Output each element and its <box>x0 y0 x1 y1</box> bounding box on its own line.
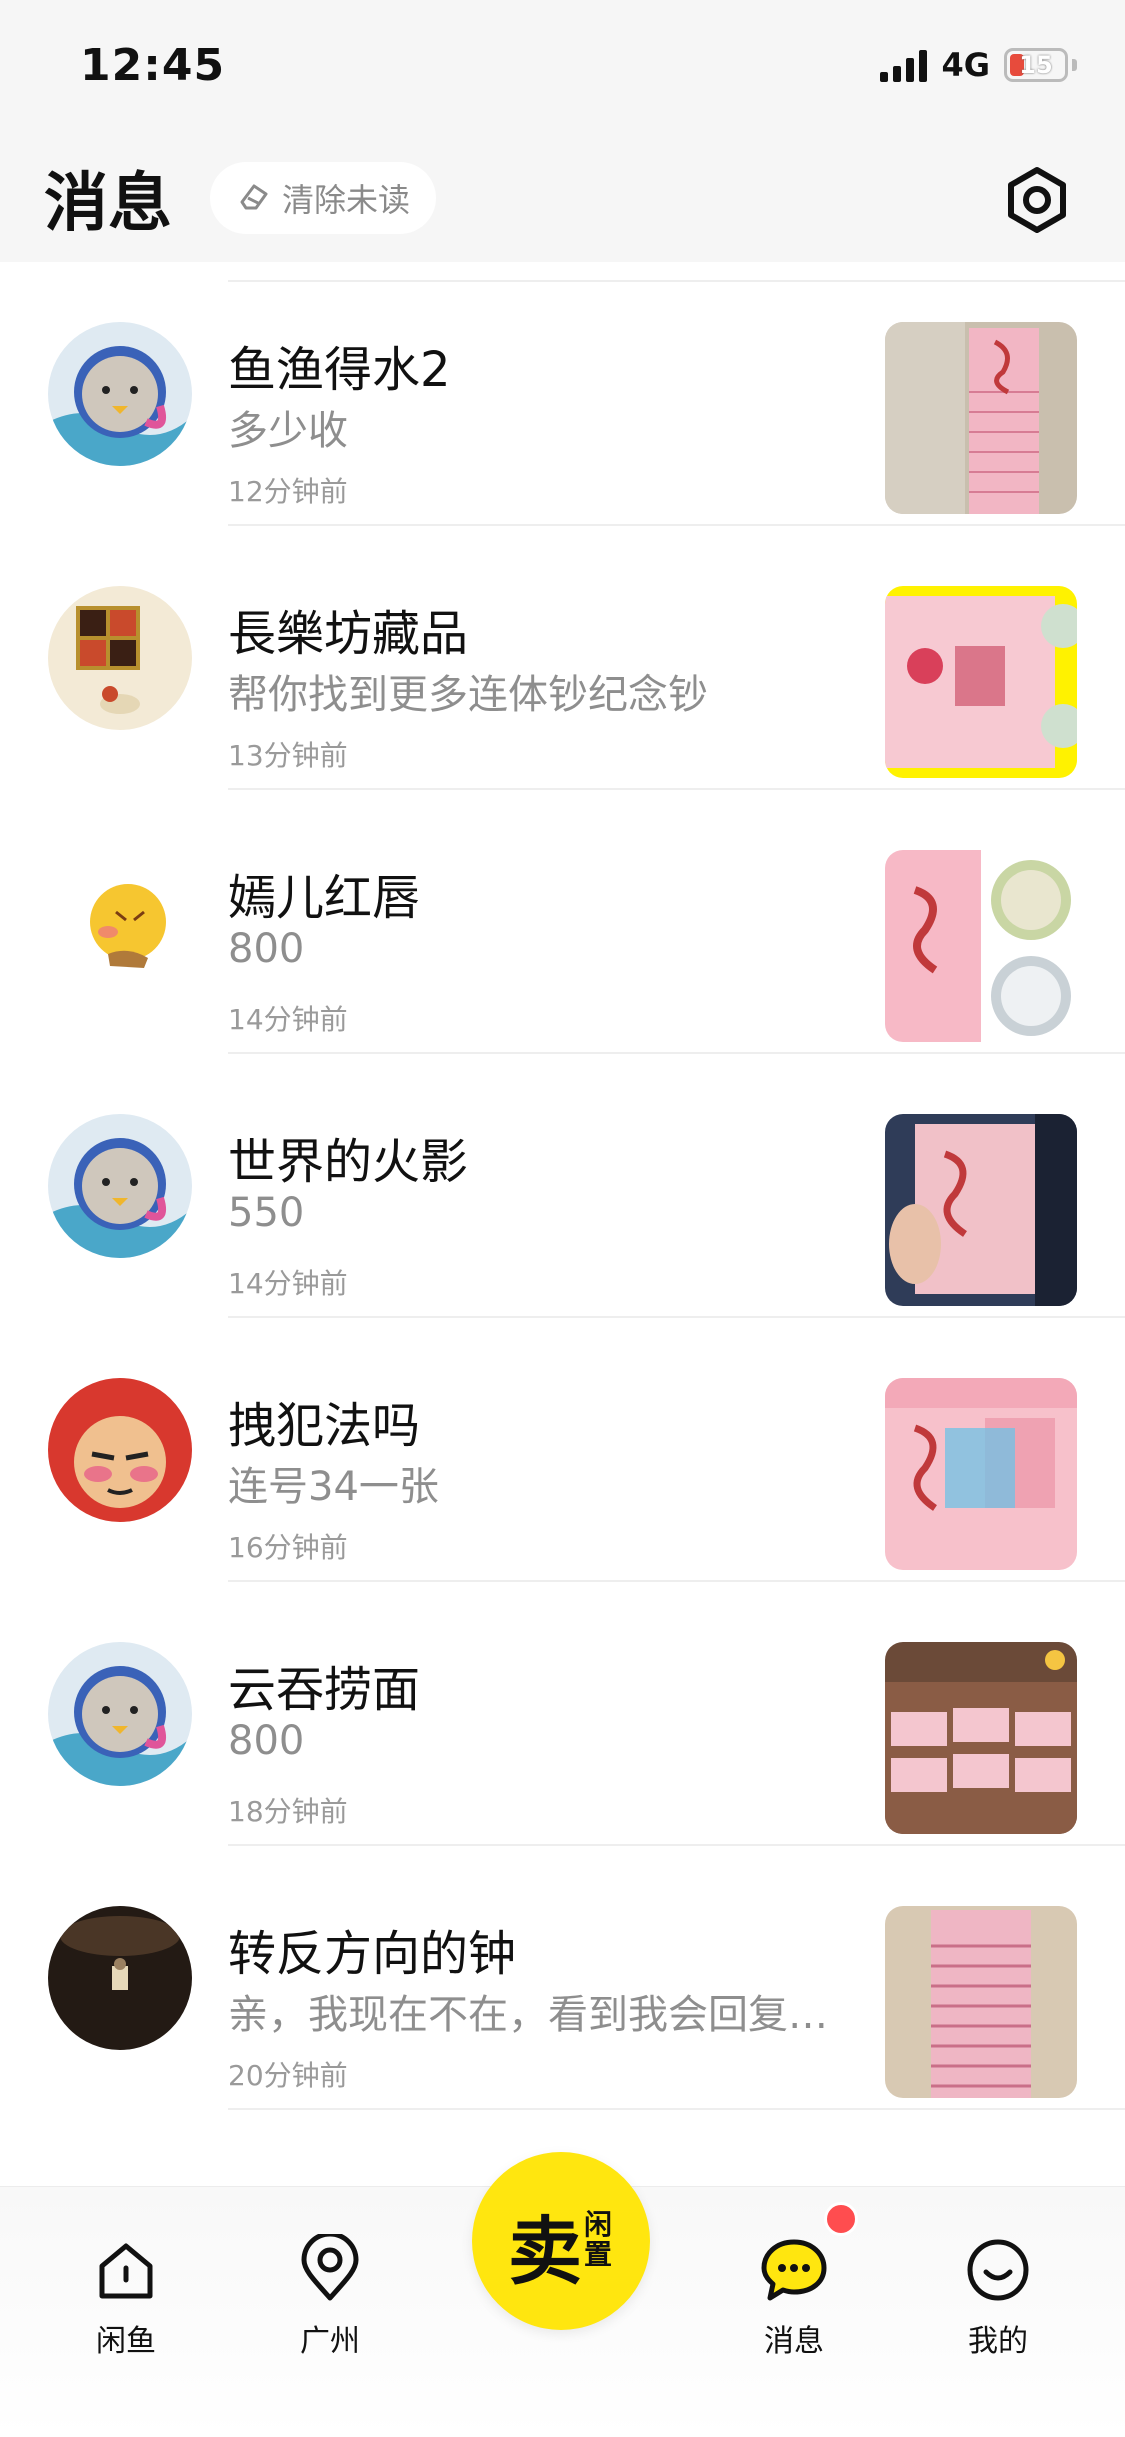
sender-name: 世界的火影 <box>228 1134 469 1190</box>
item-thumbnail <box>885 586 1077 778</box>
tab-local[interactable]: 广州 <box>260 2231 400 2360</box>
message-preview: 550 <box>228 1190 305 1236</box>
sender-name: 嫣儿红唇 <box>228 870 421 926</box>
item-thumbnail <box>885 1114 1077 1306</box>
sell-button[interactable]: 卖 闲置 <box>472 2152 650 2330</box>
tab-local-label: 广州 <box>300 2324 360 2359</box>
avatar <box>48 1378 192 1522</box>
status-time: 12:45 <box>80 40 226 91</box>
sell-sub-label: 闲置 <box>584 2208 613 2271</box>
profile-icon <box>967 2239 1029 2301</box>
settings-button[interactable] <box>1001 164 1073 236</box>
tab-mine[interactable]: 我的 <box>928 2234 1068 2360</box>
clear-unread-label: 清除未读 <box>282 181 411 219</box>
message-preview: 连号34一张 <box>228 1464 439 1510</box>
sender-name: 转反方向的钟 <box>228 1926 517 1982</box>
sender-name: 拽犯法吗 <box>228 1398 421 1454</box>
item-thumbnail <box>885 1906 1077 2098</box>
avatar <box>48 1906 192 2050</box>
message-time: 12分钟前 <box>228 475 348 508</box>
conversation-item[interactable]: 云吞捞面 800 18分钟前 <box>0 1582 1125 1846</box>
sender-name: 長樂坊藏品 <box>228 606 469 662</box>
message-time: 14分钟前 <box>228 1003 348 1036</box>
item-thumbnail <box>885 1642 1077 1834</box>
conversation-item[interactable]: 鱼渔得水2 多少收 12分钟前 <box>0 262 1125 526</box>
conversation-item[interactable]: 转反方向的钟 亲，我现在不在，看到我会回复… 20分钟前 <box>0 1846 1125 2110</box>
battery-cap <box>1072 59 1077 71</box>
item-thumbnail <box>885 850 1077 1042</box>
message-time: 13分钟前 <box>228 739 348 772</box>
unread-badge <box>824 2202 858 2236</box>
sender-name: 鱼渔得水2 <box>228 342 451 398</box>
tab-messages-label: 消息 <box>764 2324 824 2359</box>
message-preview: 多少收 <box>228 408 348 454</box>
network-type: 4G <box>941 46 990 84</box>
avatar <box>48 850 192 994</box>
message-time: 16分钟前 <box>228 1531 348 1564</box>
conversation-list: 鱼渔得水2 多少收 12分钟前 長樂坊藏品 帮你找到更多连体钞纪念钞 13分钟前… <box>0 262 1125 2110</box>
avatar <box>48 322 192 466</box>
item-thumbnail <box>885 322 1077 514</box>
message-preview: 800 <box>228 1718 305 1764</box>
tab-messages[interactable]: 消息 <box>724 2234 864 2360</box>
status-indicators: 4G 15 <box>880 46 1077 84</box>
chat-bubble-icon <box>761 2239 827 2301</box>
signal-icon <box>880 48 928 82</box>
page-title: 消息 <box>44 167 172 241</box>
home-icon <box>99 2243 153 2299</box>
item-thumbnail <box>885 1378 1077 1570</box>
sender-name: 云吞捞面 <box>228 1662 421 1718</box>
battery-level: 15 <box>1019 51 1053 79</box>
eraser-icon <box>240 184 268 210</box>
message-time: 18分钟前 <box>228 1795 348 1828</box>
message-preview: 800 <box>228 926 305 972</box>
conversation-item[interactable]: 拽犯法吗 连号34一张 16分钟前 <box>0 1318 1125 1582</box>
message-time: 14分钟前 <box>228 1267 348 1300</box>
conversation-item[interactable]: 世界的火影 550 14分钟前 <box>0 1054 1125 1318</box>
clear-unread-button[interactable]: 清除未读 <box>210 162 437 234</box>
conversation-item[interactable]: 嫣儿红唇 800 14分钟前 <box>0 790 1125 1054</box>
settings-icon <box>1008 167 1066 233</box>
avatar <box>48 1642 192 1786</box>
tab-home-label: 闲鱼 <box>96 2324 156 2359</box>
message-time: 20分钟前 <box>228 2059 348 2092</box>
location-icon <box>301 2231 359 2301</box>
avatar <box>48 586 192 730</box>
sell-label: 卖 <box>508 2209 582 2295</box>
message-preview: 亲，我现在不在，看到我会回复… <box>228 1992 828 2038</box>
conversation-item[interactable]: 長樂坊藏品 帮你找到更多连体钞纪念钞 13分钟前 <box>0 526 1125 790</box>
divider <box>228 2108 1125 2110</box>
avatar <box>48 1114 192 1258</box>
battery-icon: 15 <box>1004 48 1068 82</box>
tab-home[interactable]: 闲鱼 <box>56 2234 196 2360</box>
tab-mine-label: 我的 <box>968 2324 1028 2359</box>
message-preview: 帮你找到更多连体钞纪念钞 <box>228 672 708 718</box>
